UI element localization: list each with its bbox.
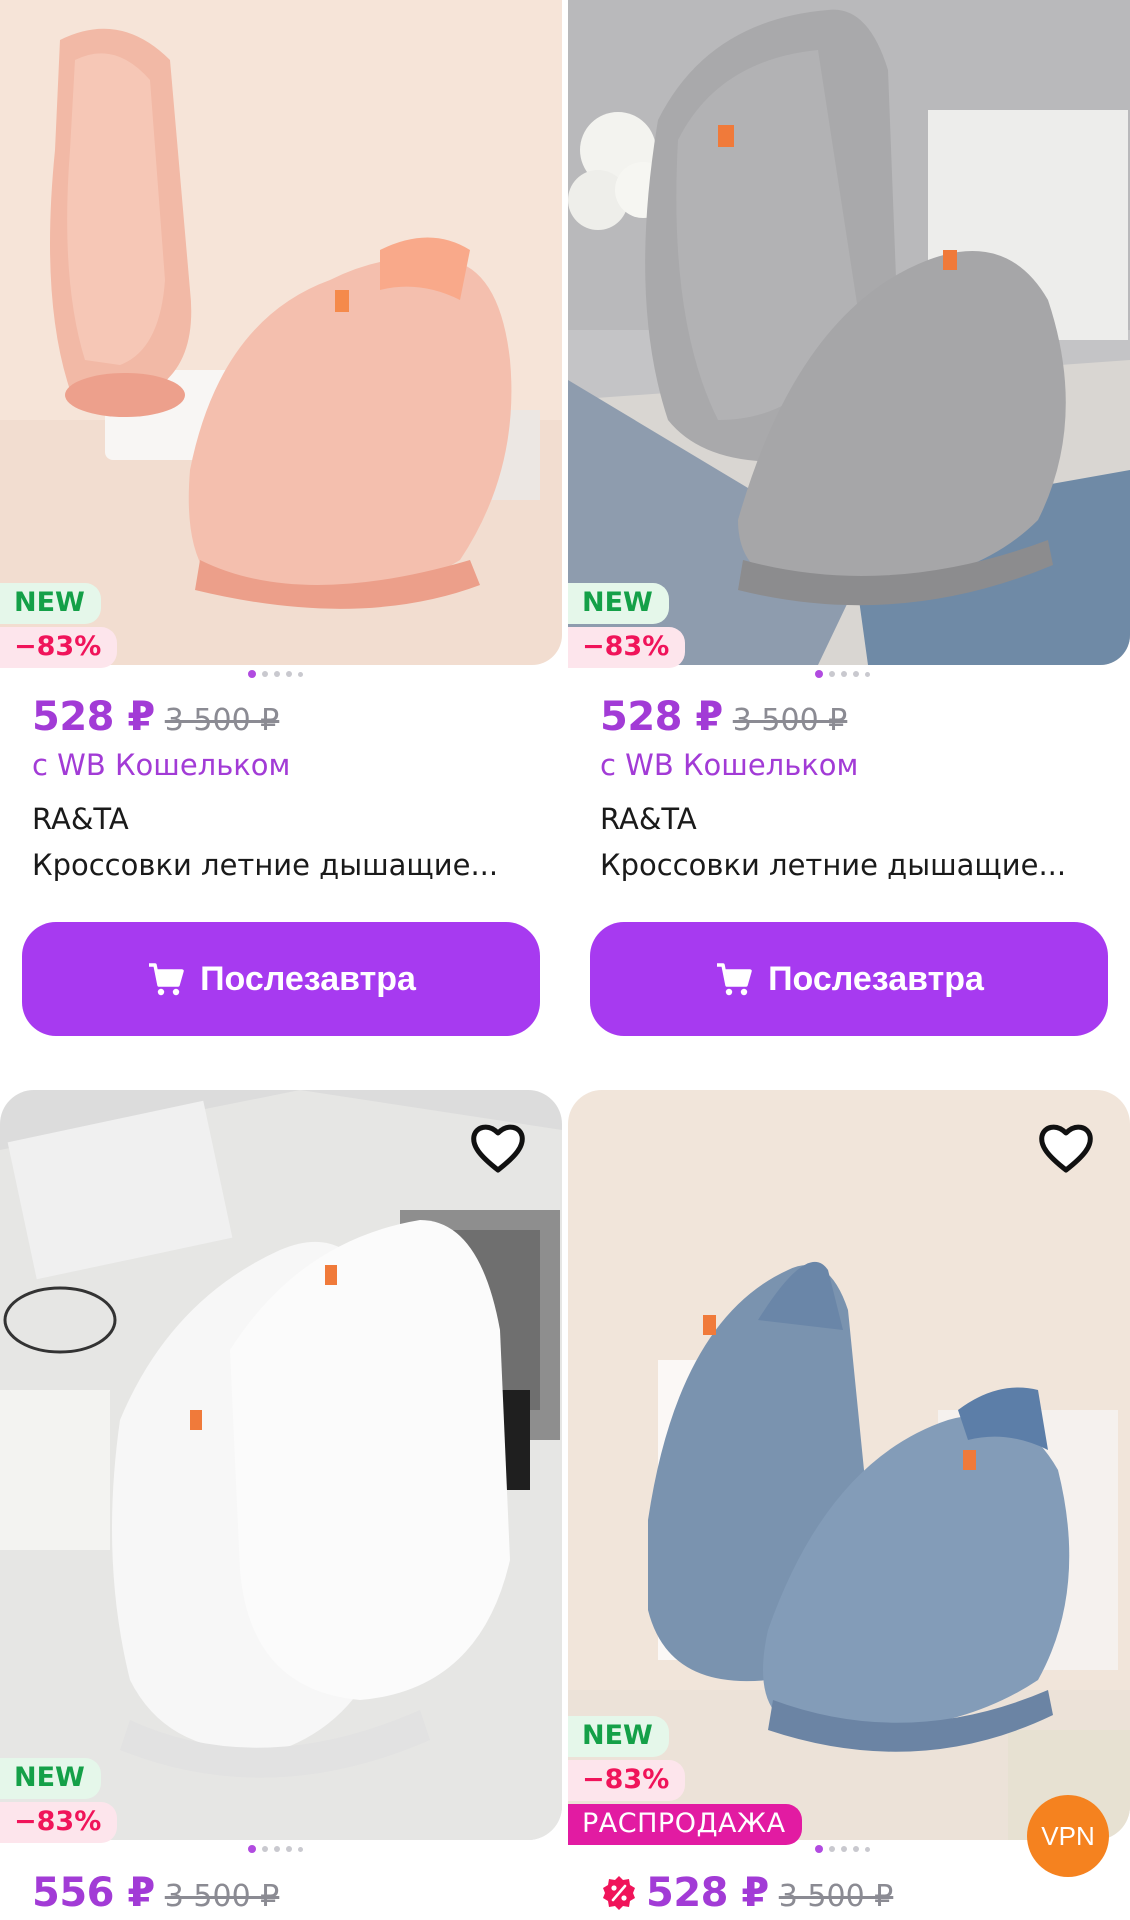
old-price: 3 500 ₽ xyxy=(164,703,280,738)
add-to-cart-label: Послезавтра xyxy=(768,959,984,998)
cart-icon xyxy=(717,963,752,996)
sale-badge: РАСПРОДАЖА xyxy=(568,1804,802,1845)
price-row: 556 ₽ 3 500 ₽ xyxy=(32,1870,279,1916)
vpn-floating-button[interactable]: VPN xyxy=(1027,1795,1109,1877)
old-price: 3 500 ₽ xyxy=(778,1879,894,1914)
old-price: 3 500 ₽ xyxy=(164,1879,280,1914)
favorite-heart-icon[interactable] xyxy=(1036,1120,1096,1176)
new-badge: NEW xyxy=(0,583,101,624)
favorite-heart-icon[interactable] xyxy=(468,1120,528,1176)
price: 528 ₽ xyxy=(646,1870,769,1916)
brand-name: RA&TA xyxy=(32,802,129,836)
discount-badge: −83% xyxy=(0,627,118,668)
price-row: 528 ₽ 3 500 ₽ xyxy=(600,694,847,740)
discount-badge: −83% xyxy=(568,627,686,668)
product-title[interactable]: Кроссовки летние дышащие... xyxy=(600,848,1120,882)
product-image-white-sneakers[interactable] xyxy=(0,1090,562,1840)
price-row: 528 ₽ 3 500 ₽ xyxy=(32,694,279,740)
product-image-pink-sneakers[interactable] xyxy=(0,0,562,665)
product-title[interactable]: Кроссовки летние дышащие... xyxy=(32,848,552,882)
promo-percent-icon xyxy=(603,1876,635,1910)
image-pager xyxy=(248,1845,303,1853)
price: 528 ₽ xyxy=(32,694,155,740)
price: 556 ₽ xyxy=(32,1870,155,1916)
price-row: 528 ₽ 3 500 ₽ xyxy=(600,1870,893,1916)
brand-name: RA&TA xyxy=(600,802,697,836)
image-pager xyxy=(815,670,870,678)
discount-badge: −83% xyxy=(0,1802,118,1843)
new-badge: NEW xyxy=(568,1716,669,1757)
image-pager xyxy=(248,670,303,678)
new-badge: NEW xyxy=(568,583,669,624)
discount-badge: −83% xyxy=(568,1760,686,1801)
add-to-cart-button[interactable]: Послезавтра xyxy=(22,922,540,1036)
wallet-note: с WB Кошельком xyxy=(600,748,859,782)
old-price: 3 500 ₽ xyxy=(732,703,848,738)
cart-icon xyxy=(149,963,184,996)
product-image-gray-sneakers[interactable] xyxy=(568,0,1130,665)
add-to-cart-button[interactable]: Послезавтра xyxy=(590,922,1108,1036)
price: 528 ₽ xyxy=(600,694,723,740)
image-pager xyxy=(815,1845,870,1853)
new-badge: NEW xyxy=(0,1758,101,1799)
add-to-cart-label: Послезавтра xyxy=(200,959,416,998)
wallet-note: с WB Кошельком xyxy=(32,748,291,782)
